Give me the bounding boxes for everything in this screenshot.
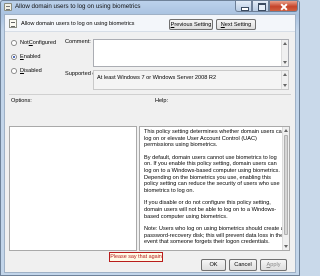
supported-on-value: At least Windows 7 or Windows Server 200… — [97, 75, 217, 81]
scroll-down-icon[interactable] — [283, 61, 287, 64]
scroll-thumb[interactable] — [284, 135, 288, 235]
enabled-label: nabled — [23, 54, 41, 60]
radio-unchecked-icon — [11, 68, 17, 74]
scroll-up-icon[interactable] — [283, 42, 287, 45]
maximize-icon[interactable] — [252, 1, 269, 12]
comment-scrollbar[interactable] — [281, 40, 288, 66]
help-paragraph: Note: Users who log on using biometrics … — [144, 226, 284, 246]
policy-document-icon — [4, 3, 12, 11]
ok-button[interactable]: OK — [201, 259, 226, 271]
help-paragraph: This policy setting determines whether d… — [144, 129, 285, 149]
radio-unchecked-icon — [11, 40, 17, 46]
help-text: This policy setting determines whether d… — [144, 129, 285, 250]
comment-textarea[interactable] — [93, 39, 289, 67]
options-label: Options: — [11, 98, 32, 104]
help-label: Help: — [155, 98, 169, 104]
next-setting-button[interactable]: Next Setting — [216, 19, 256, 30]
minimize-icon[interactable] — [235, 1, 252, 12]
help-paragraph: If you disable or do not configure this … — [144, 200, 277, 220]
scroll-up-icon[interactable] — [284, 129, 288, 132]
previous-setting-button[interactable]: Previous Setting — [169, 19, 213, 30]
scroll-down-icon[interactable] — [283, 84, 287, 87]
supported-scrollbar[interactable] — [281, 71, 288, 89]
not-configured-label: onfigured — [32, 40, 57, 46]
policy-setting-icon — [9, 19, 17, 28]
help-panel: This policy setting determines whether d… — [139, 126, 290, 251]
cancel-button[interactable]: Cancel — [229, 259, 257, 271]
help-scrollbar[interactable] — [282, 127, 289, 250]
policy-name: Allow domain users to log on using biome… — [21, 21, 135, 27]
dialog-body: Allow domain users to log on using biome… — [4, 14, 296, 273]
comment-label: Comment: — [65, 39, 91, 45]
supported-on-field: At least Windows 7 or Windows Server 200… — [93, 70, 289, 90]
radio-checked-icon — [11, 54, 17, 60]
dialog-window: Allow domain users to log on using biome… — [0, 0, 300, 276]
close-icon[interactable] — [269, 1, 298, 12]
options-panel — [9, 126, 137, 251]
policy-header: Allow domain users to log on using biome… — [5, 15, 295, 32]
disabled-label: isabled — [24, 68, 42, 74]
enabled-radio[interactable]: Enabled — [11, 54, 41, 60]
next-setting-label: ext Setting — [224, 21, 252, 28]
apply-button[interactable]: Apply — [260, 259, 287, 271]
section-divider — [9, 94, 291, 95]
window-title: Allow domain users to log on using biome… — [15, 3, 141, 10]
scroll-down-icon[interactable] — [284, 245, 288, 248]
apply-label: pply — [270, 262, 281, 268]
not-configured-radio[interactable]: Not Configured — [11, 40, 56, 46]
previous-setting-label: revious Setting — [174, 21, 212, 28]
error-tooltip: Please say that again — [109, 252, 163, 262]
help-paragraph: By default, domain users cannot use biom… — [144, 154, 280, 194]
scroll-up-icon[interactable] — [283, 73, 287, 76]
not-configured-label-prefix: Not — [20, 40, 29, 46]
title-bar[interactable]: Allow domain users to log on using biome… — [1, 1, 299, 14]
disabled-radio[interactable]: Disabled — [11, 68, 42, 74]
